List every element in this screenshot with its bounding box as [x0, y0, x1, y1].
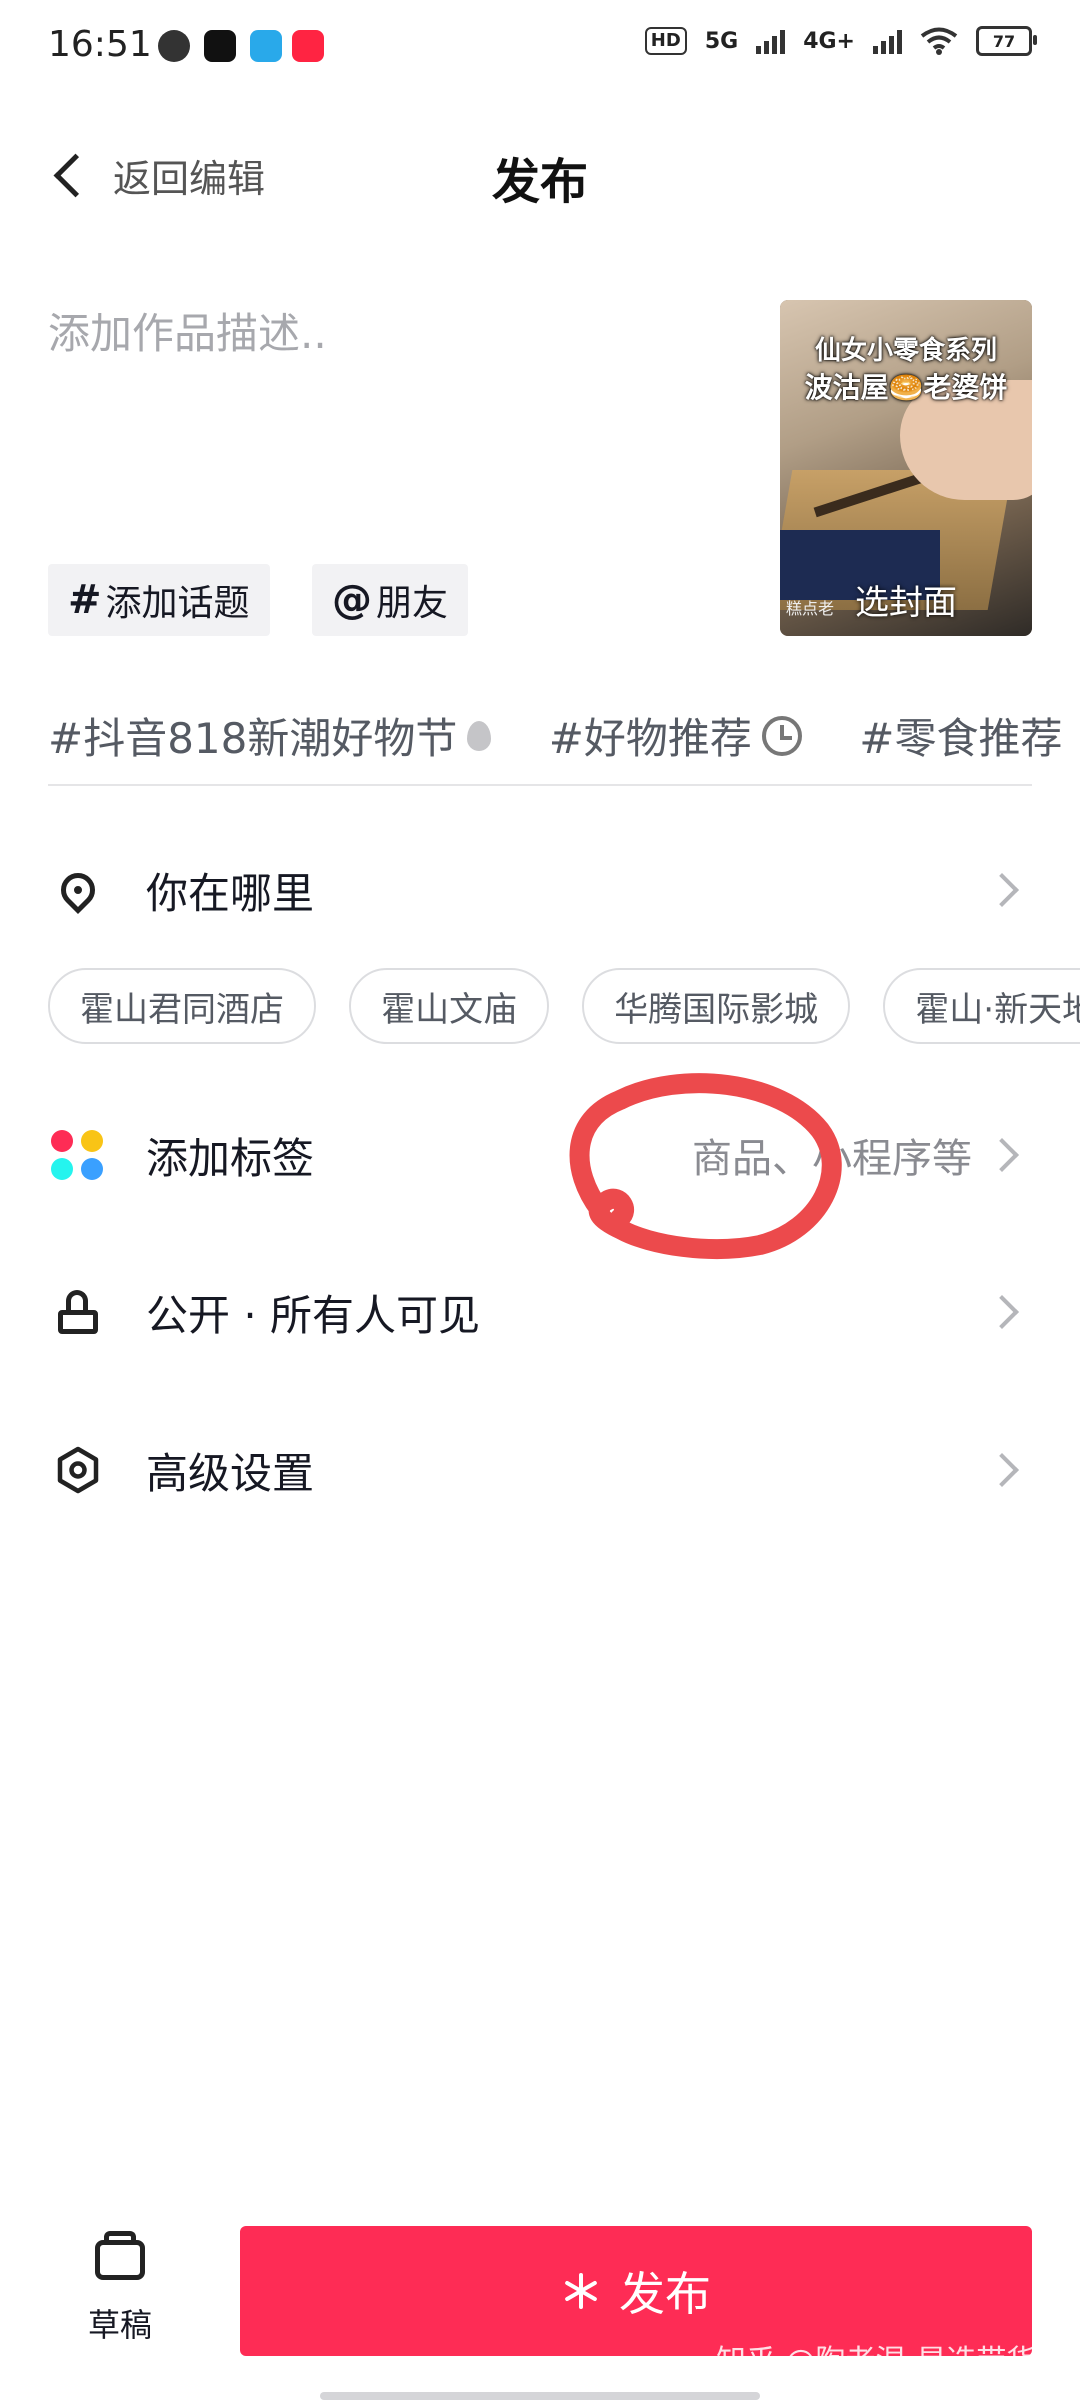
status-bar: 16:51 HD 5G 4G+ 77 [0, 0, 1080, 96]
drafts-icon [95, 2231, 145, 2280]
settings-hexagon-icon [48, 1440, 108, 1500]
tag-dot [51, 1130, 73, 1152]
location-suggestions: 霍山君同酒店 霍山文庙 华腾国际影城 霍山·新天地 [48, 968, 1080, 1048]
annotation-circle [569, 1073, 842, 1259]
select-cover-label: 选封面 [855, 583, 957, 623]
wifi-icon [920, 27, 958, 55]
signal-5g-icon [756, 28, 786, 54]
hashtag-label: #好物推荐 [548, 714, 752, 763]
tiktok-app-icon [204, 30, 236, 62]
sparkle-icon [561, 2271, 601, 2311]
hashtag-suggestion[interactable]: #好物推荐 [549, 705, 802, 766]
home-indicator[interactable] [320, 2392, 760, 2400]
watermark: 知乎 @陶老湿-星选带货 [716, 2344, 1037, 2379]
at-icon: @ [332, 577, 372, 623]
tag-apps-icon [48, 1125, 108, 1185]
advanced-settings-row[interactable]: 高级设置 [48, 1420, 1032, 1520]
hash-icon: # [68, 577, 102, 623]
mention-friend-button[interactable]: @ 朋友 [312, 564, 469, 636]
publish-screen: 16:51 HD 5G 4G+ 77 返回编辑 发布 添加作品描述.. 仙女小零… [0, 0, 1080, 2404]
red-app-icon [292, 30, 324, 62]
add-tag-row[interactable]: 添加标签 商品、小程序等 [48, 1105, 1032, 1205]
clock-icon [761, 715, 802, 756]
hashtag-suggestions: #抖音818新潮好物节 #好物推荐 #零食推荐 [48, 705, 1080, 775]
location-chip[interactable]: 霍山君同酒店 [48, 968, 316, 1044]
description-input[interactable]: 添加作品描述.. [48, 300, 748, 361]
compass-app-icon [158, 30, 190, 62]
privacy-label: 公开 · 所有人可见 [146, 1290, 481, 1340]
chevron-right-icon [985, 1138, 1019, 1172]
location-chip[interactable]: 霍山·新天地 [883, 968, 1080, 1044]
cover-caption-line2: 波沽屋🥯老婆饼 [804, 371, 1008, 404]
location-chip[interactable]: 华腾国际影城 [582, 968, 851, 1044]
network-4g-label: 4G+ [803, 28, 855, 54]
battery-icon: 77 [976, 26, 1037, 56]
tag-dot [81, 1158, 103, 1180]
divider [48, 784, 1032, 786]
drafts-label: 草稿 [87, 2306, 152, 2344]
network-5g-label: 5G [704, 28, 739, 54]
chevron-right-icon [985, 1453, 1019, 1487]
tag-dot [81, 1130, 103, 1152]
hashtag-suggestion[interactable]: #零食推荐 [859, 705, 1062, 766]
privacy-row[interactable]: 公开 · 所有人可见 [48, 1262, 1032, 1362]
hashtag-label: #零食推荐 [859, 714, 1063, 763]
drafts-button[interactable]: 草稿 [80, 2231, 160, 2346]
location-label: 你在哪里 [146, 868, 315, 918]
location-pin-icon [48, 860, 108, 920]
hashtag-suggestion[interactable]: #抖音818新潮好物节 [48, 705, 492, 766]
location-row[interactable]: 你在哪里 [48, 840, 1032, 940]
status-indicators: HD 5G 4G+ 77 [644, 26, 1037, 56]
hashtag-label: #抖音818新潮好物节 [48, 714, 458, 763]
add-topic-button[interactable]: # 添加话题 [48, 564, 270, 636]
telegram-app-icon [250, 30, 282, 62]
advanced-settings-label: 高级设置 [146, 1448, 315, 1498]
hd-icon: HD [644, 27, 687, 55]
chevron-right-icon [985, 873, 1019, 907]
publish-label: 发布 [619, 2267, 711, 2321]
signal-4g-icon [873, 28, 902, 54]
cover-selector[interactable]: 仙女小零食系列 波沽屋🥯老婆饼 糕点老 选封面 [780, 300, 1032, 636]
cover-caption-line1: 仙女小零食系列 [814, 336, 997, 366]
chevron-right-icon [985, 1295, 1019, 1329]
page-title: 发布 [491, 154, 588, 210]
unlock-icon [48, 1282, 108, 1342]
flame-icon [467, 720, 492, 751]
status-time: 16:51 [48, 24, 152, 65]
tag-dot [51, 1158, 73, 1180]
mention-friend-label: 朋友 [376, 583, 449, 624]
add-topic-label: 添加话题 [105, 583, 250, 624]
location-chip[interactable]: 霍山文庙 [349, 968, 550, 1044]
